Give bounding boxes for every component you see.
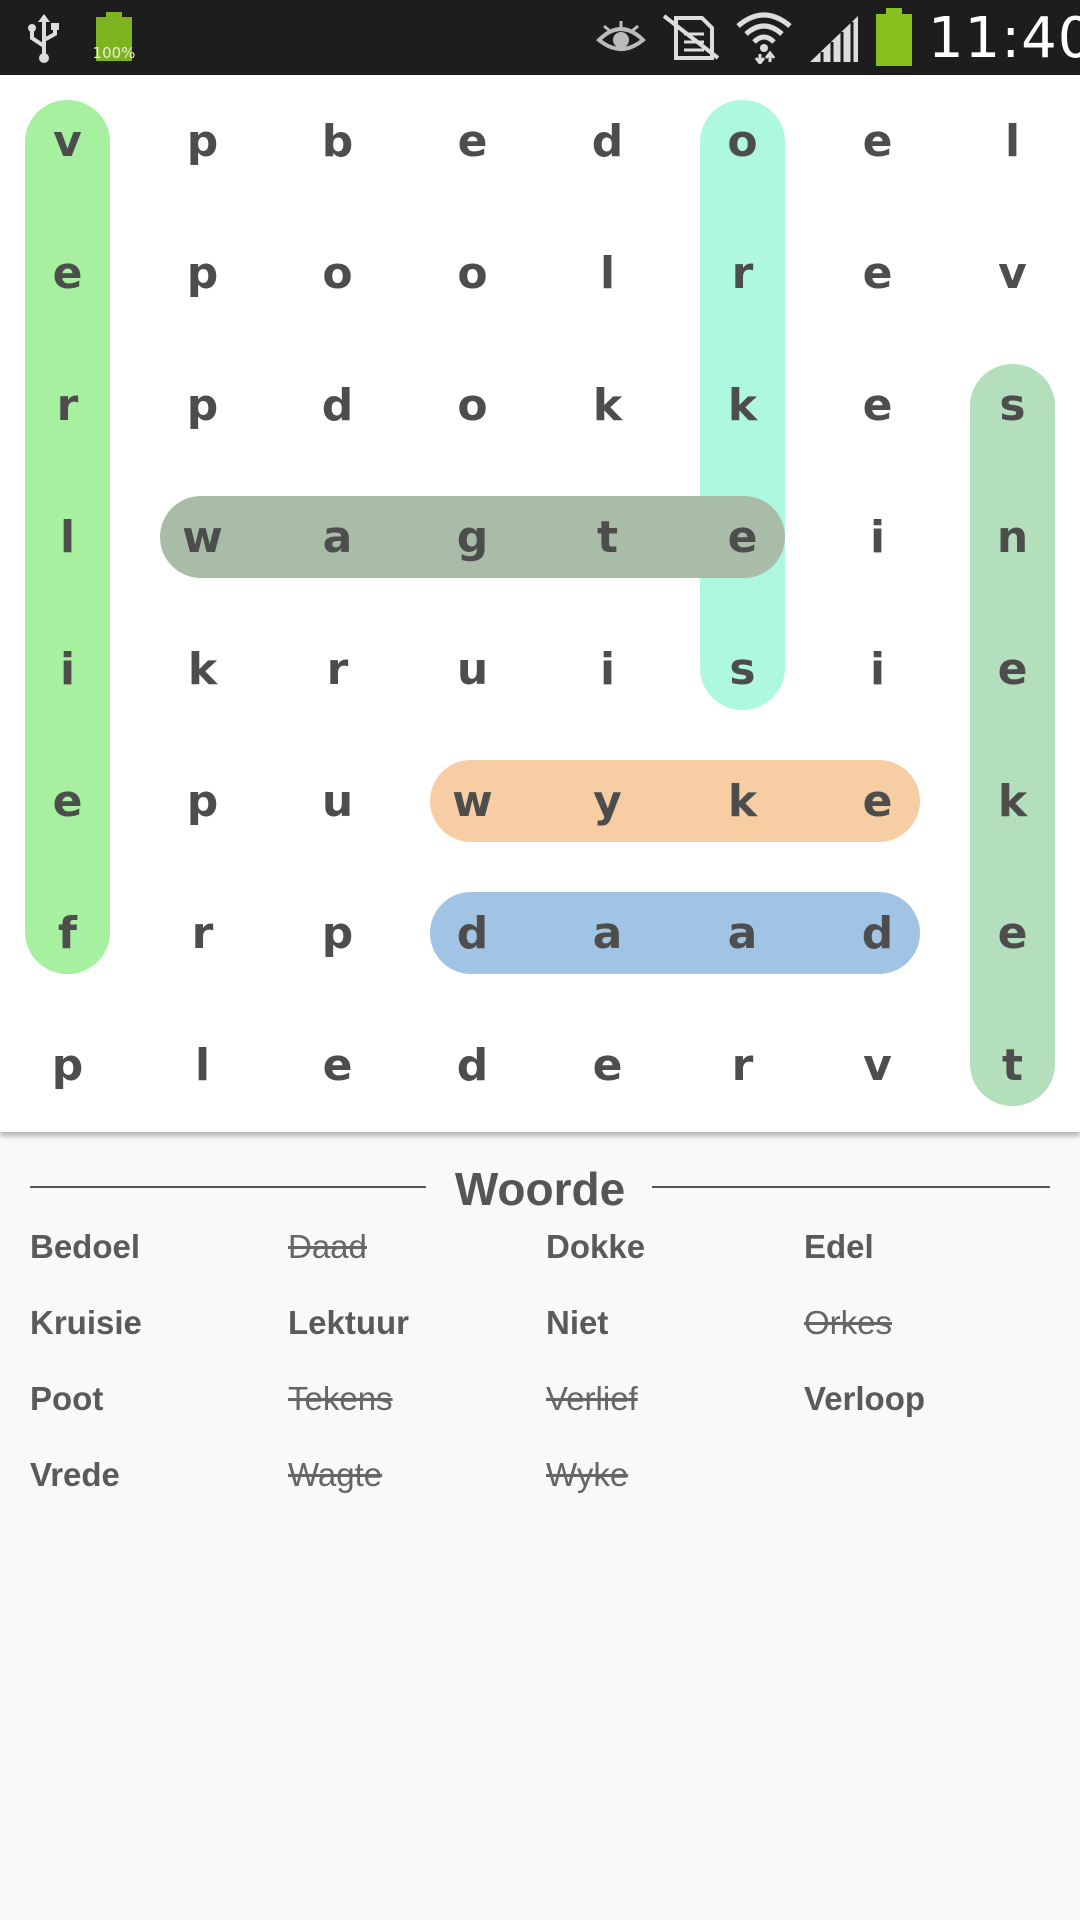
words-title: Woorde xyxy=(454,1163,626,1215)
battery-percent-label: 100% xyxy=(92,44,136,62)
grid-cell[interactable]: u xyxy=(405,603,540,735)
grid-cell[interactable]: w xyxy=(135,471,270,603)
grid-cell[interactable]: o xyxy=(405,207,540,339)
word-item-found: Tekens xyxy=(288,1380,393,1417)
grid-cell[interactable]: v xyxy=(945,207,1080,339)
signal-icon xyxy=(808,14,860,64)
no-sim-icon xyxy=(662,12,720,62)
grid-cell[interactable]: o xyxy=(405,339,540,471)
grid-cell[interactable]: s xyxy=(945,339,1080,471)
battery-full-icon xyxy=(874,8,914,66)
grid-cell[interactable]: e xyxy=(810,207,945,339)
grid-cell[interactable]: a xyxy=(540,867,675,999)
grid-cell[interactable]: s xyxy=(675,603,810,735)
clock: 11:40 xyxy=(928,6,1080,71)
word-item-found: Wagte xyxy=(288,1456,383,1493)
grid-cell[interactable]: e xyxy=(810,75,945,207)
title-divider-right xyxy=(652,1186,1050,1188)
grid-cell[interactable]: e xyxy=(810,339,945,471)
eye-icon xyxy=(596,18,646,58)
grid-cell[interactable]: e xyxy=(675,471,810,603)
grid-cell[interactable]: k xyxy=(945,735,1080,867)
grid-cell[interactable]: r xyxy=(135,867,270,999)
grid-cell[interactable]: e xyxy=(810,735,945,867)
grid-cell[interactable]: d xyxy=(405,999,540,1131)
word-item: Edel xyxy=(804,1228,874,1265)
grid-cell[interactable]: l xyxy=(540,207,675,339)
grid-cell[interactable]: d xyxy=(540,75,675,207)
word-item-found: Wyke xyxy=(546,1456,629,1493)
grid-cell[interactable]: e xyxy=(270,999,405,1131)
grid-cell[interactable]: f xyxy=(0,867,135,999)
grid-cell[interactable]: u xyxy=(270,735,405,867)
grid-cell[interactable]: t xyxy=(945,999,1080,1131)
grid-cell[interactable]: k xyxy=(540,339,675,471)
grid-cell[interactable]: p xyxy=(135,75,270,207)
wifi-icon xyxy=(736,10,792,66)
grid-cell[interactable]: t xyxy=(540,471,675,603)
word-item: Dokke xyxy=(546,1228,646,1265)
battery-icon: 100% xyxy=(93,12,135,62)
grid-cell[interactable]: r xyxy=(675,999,810,1131)
grid-cell[interactable]: e xyxy=(945,867,1080,999)
grid-cell[interactable]: e xyxy=(0,735,135,867)
word-item: Niet xyxy=(546,1304,609,1341)
grid-cell[interactable]: g xyxy=(405,471,540,603)
word-item-found: Orkes xyxy=(804,1304,893,1341)
grid-cell[interactable]: r xyxy=(675,207,810,339)
grid-cell[interactable]: w xyxy=(405,735,540,867)
word-item-found: Daad xyxy=(288,1228,367,1265)
grid-cell[interactable]: a xyxy=(270,471,405,603)
word-item: Kruisie xyxy=(30,1304,142,1341)
grid-cell[interactable]: e xyxy=(405,75,540,207)
grid-cell[interactable]: p xyxy=(135,339,270,471)
word-item: Bedoel xyxy=(30,1228,141,1265)
grid-cell[interactable]: d xyxy=(270,339,405,471)
word-search-grid[interactable]: vpbedoelepoolrevrpdokkeslwagteinikruisie… xyxy=(0,75,1080,1132)
word-item: Vrede xyxy=(30,1456,120,1493)
grid-cell[interactable]: e xyxy=(0,207,135,339)
word-item: Lektuur xyxy=(288,1304,410,1341)
grid-cell[interactable]: n xyxy=(945,471,1080,603)
grid-cell[interactable]: o xyxy=(270,207,405,339)
grid-cell[interactable]: y xyxy=(540,735,675,867)
grid-cell[interactable]: k xyxy=(135,603,270,735)
grid-cell[interactable]: r xyxy=(270,603,405,735)
grid-cell[interactable]: i xyxy=(810,603,945,735)
grid-cell[interactable]: e xyxy=(945,603,1080,735)
grid-cell[interactable]: p xyxy=(135,735,270,867)
grid-cell[interactable]: k xyxy=(675,735,810,867)
grid-cell[interactable]: d xyxy=(810,867,945,999)
grid-cell[interactable]: p xyxy=(0,999,135,1131)
usb-icon xyxy=(22,12,66,64)
grid-cell[interactable]: k xyxy=(675,339,810,471)
grid-cell[interactable]: p xyxy=(135,207,270,339)
words-panel: Woorde Bedoel Daad Dokke Edel Kruisie Lektuur… xyxy=(0,1132,1080,1920)
grid-cell[interactable]: p xyxy=(270,867,405,999)
grid-cell[interactable]: i xyxy=(0,603,135,735)
grid-cell[interactable]: d xyxy=(405,867,540,999)
grid-cell[interactable]: i xyxy=(540,603,675,735)
grid-cell[interactable]: e xyxy=(540,999,675,1131)
grid-cell[interactable]: o xyxy=(675,75,810,207)
grid-cell[interactable]: r xyxy=(0,339,135,471)
word-item: Poot xyxy=(30,1380,104,1417)
grid-cell[interactable]: v xyxy=(810,999,945,1131)
word-item: Verloop xyxy=(804,1380,926,1417)
grid-cell[interactable]: l xyxy=(945,75,1080,207)
grid-cell[interactable]: l xyxy=(135,999,270,1131)
grid-cell[interactable]: a xyxy=(675,867,810,999)
word-item-found: Verlief xyxy=(546,1380,638,1417)
grid-cell[interactable]: v xyxy=(0,75,135,207)
grid-cell[interactable]: b xyxy=(270,75,405,207)
grid-cell[interactable]: i xyxy=(810,471,945,603)
grid-cell[interactable]: l xyxy=(0,471,135,603)
status-bar: 100% 11:40 xyxy=(0,0,1080,75)
